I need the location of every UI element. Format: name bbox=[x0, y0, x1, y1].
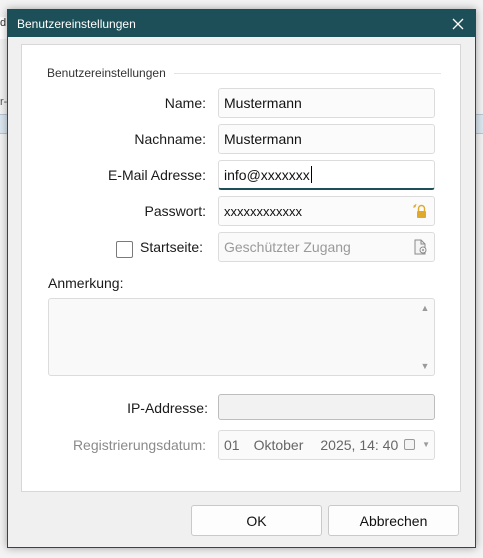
nachname-value: Mustermann bbox=[224, 131, 302, 147]
name-input[interactable]: Mustermann bbox=[218, 88, 435, 118]
startseite-checkbox[interactable] bbox=[116, 241, 133, 258]
startseite-placeholder: Geschützter Zugang bbox=[224, 239, 351, 255]
chevron-down-icon: ▼ bbox=[422, 440, 430, 449]
close-button[interactable] bbox=[441, 10, 475, 37]
ip-label: IP-Addresse: bbox=[127, 400, 208, 416]
startseite-label: Startseite: bbox=[140, 239, 204, 255]
nachname-label: Nachname: bbox=[134, 131, 206, 147]
settings-dialog: Benutzereinstellungen Benutzereinstellun… bbox=[7, 9, 476, 548]
email-label: E-Mail Adresse: bbox=[107, 167, 206, 183]
date-month: Oktober bbox=[253, 437, 304, 453]
text-caret bbox=[310, 166, 312, 183]
calendar-dropdown[interactable]: ▼ bbox=[404, 439, 430, 450]
settings-panel: Benutzereinstellungen Name: Mustermann N… bbox=[21, 44, 461, 492]
document-lock-icon[interactable] bbox=[412, 239, 428, 255]
name-label: Name: bbox=[164, 95, 206, 111]
password-value: xxxxxxxxxxxx bbox=[224, 203, 302, 219]
registrierungsdatum-label: Registrierungsdatum: bbox=[72, 437, 206, 453]
scroll-down-icon[interactable]: ▼ bbox=[420, 361, 430, 371]
name-value: Mustermann bbox=[224, 95, 302, 111]
anmerkung-textarea[interactable]: ▲ ▼ bbox=[48, 298, 435, 376]
calendar-icon bbox=[404, 439, 416, 450]
cancel-button[interactable]: Abbrechen bbox=[328, 505, 459, 536]
dialog-title: Benutzereinstellungen bbox=[17, 16, 136, 31]
close-icon bbox=[452, 18, 464, 29]
anmerkung-label: Anmerkung: bbox=[48, 275, 124, 291]
date-year-time: 2025, 14: 40 bbox=[320, 437, 399, 453]
dialog-titlebar: Benutzereinstellungen bbox=[8, 10, 475, 37]
email-input[interactable]: info@xxxxxxx bbox=[218, 160, 435, 190]
registrierungsdatum-picker[interactable]: 01 Oktober 2025, 14: 40 ▼ bbox=[218, 430, 435, 460]
email-value: info@xxxxxxx bbox=[224, 166, 310, 183]
date-day: 01 bbox=[224, 437, 240, 453]
password-input[interactable]: xxxxxxxxxxxx bbox=[218, 196, 435, 226]
scroll-up-icon[interactable]: ▲ bbox=[420, 303, 430, 313]
group-title: Benutzereinstellungen bbox=[47, 66, 174, 80]
ip-input[interactable] bbox=[218, 394, 435, 420]
startseite-input[interactable]: Geschützter Zugang bbox=[218, 232, 435, 262]
passwort-label: Passwort: bbox=[144, 203, 206, 219]
ok-button[interactable]: OK bbox=[191, 505, 322, 536]
nachname-input[interactable]: Mustermann bbox=[218, 124, 435, 154]
key-lock-icon[interactable] bbox=[412, 203, 428, 219]
